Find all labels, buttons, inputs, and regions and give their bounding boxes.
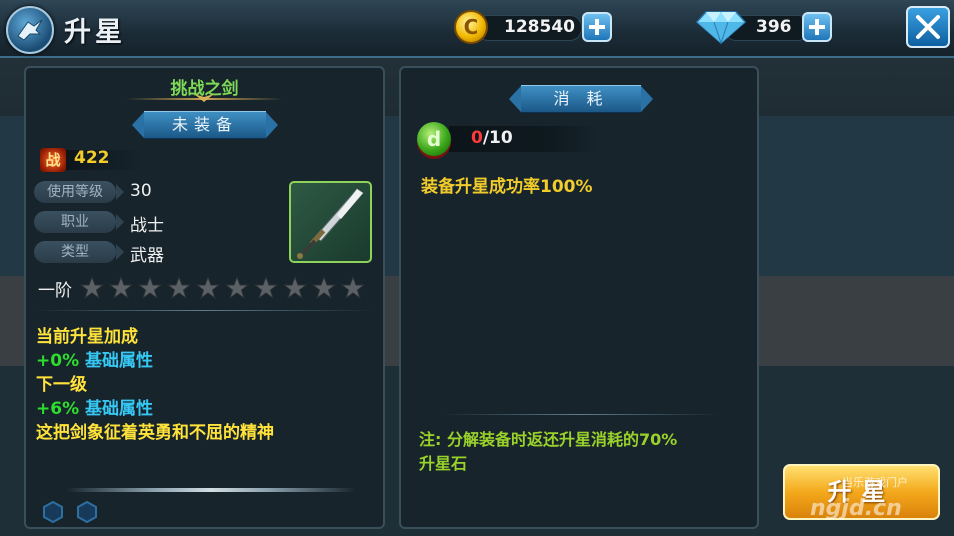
gold-amount: 128540 (504, 17, 575, 37)
cost-section-ribbon: 消 耗 (509, 85, 653, 113)
star-icon (312, 276, 336, 300)
cost-panel: 消 耗 d 0/10 装备升星成功率100% 注: 分解装备时返还升星消耗的70… (399, 66, 759, 529)
tier-label: 一阶 (38, 281, 72, 301)
success-rate: 装备升星成功率100% (421, 177, 593, 197)
watermark: ngjd.cn (810, 496, 902, 521)
refund-note: 注: 分解装备时返还升星消耗的70% 升星石 (419, 428, 749, 476)
upgrade-star-screen: 升星 C 128540 396 挑战之剑 未装备 战 422 使用等级 30 职… (0, 0, 954, 536)
star-icon (283, 276, 307, 300)
decorative-blade-divider (66, 488, 356, 492)
star-icon (109, 276, 133, 300)
ornament-icon (194, 94, 214, 102)
next-bonus-line: +6% 基础属性 (36, 394, 153, 419)
current-bonus-line: +0% 基础属性 (36, 346, 153, 371)
type-value: 武器 (130, 246, 164, 266)
current-bonus-title: 当前升星加成 (36, 327, 138, 347)
add-diamond-button[interactable] (802, 12, 832, 42)
stone-count: 0/10 (471, 128, 513, 148)
level-value: 30 (130, 181, 152, 201)
top-header-bar: 升星 C 128540 396 (0, 0, 954, 58)
diamond-icon (696, 11, 746, 44)
refund-note-line1: 注: 分解装备时返还升星消耗的70% (419, 430, 678, 449)
next-bonus-value: +6% (36, 399, 80, 419)
next-level-title: 下一级 (36, 375, 87, 395)
star-icon (167, 276, 191, 300)
gold-coin-icon: C (454, 10, 488, 44)
wolf-emblem-icon (6, 6, 54, 54)
diamond-resource: 396 (696, 11, 836, 44)
current-bonus-value: +0% (36, 351, 80, 371)
page-title: 升星 (64, 17, 126, 48)
section-divider (36, 310, 373, 311)
section-divider (441, 414, 721, 415)
item-slot[interactable] (289, 181, 372, 263)
star-icon (138, 276, 162, 300)
stone-required: /10 (482, 128, 513, 148)
item-description: 这把剑象征着英勇和不屈的精神 (36, 423, 274, 443)
current-bonus-attr: 基础属性 (85, 351, 154, 371)
star-icon (254, 276, 278, 300)
hexagon-icon (77, 501, 97, 523)
level-label: 使用等级 (34, 181, 124, 203)
type-label: 类型 (34, 241, 124, 263)
combat-power-value: 422 (74, 148, 110, 168)
class-value: 战士 (130, 216, 164, 236)
watermark-caption: 当乐游戏门户 (842, 476, 908, 489)
stone-current: 0 (471, 128, 483, 148)
combat-power-icon: 战 (40, 148, 66, 172)
equip-status-ribbon: 未装备 (132, 111, 278, 139)
gold-resource: C 128540 (452, 10, 612, 44)
sword-icon (297, 188, 364, 259)
class-label: 职业 (34, 211, 124, 233)
next-bonus-attr: 基础属性 (85, 399, 154, 419)
add-gold-button[interactable] (582, 12, 612, 42)
item-info-panel: 挑战之剑 未装备 战 422 使用等级 30 职业 战士 类型 武器 一阶 当前… (24, 66, 385, 529)
star-icon (196, 276, 220, 300)
star-stone-icon[interactable]: d (417, 122, 451, 156)
close-button[interactable] (906, 6, 950, 48)
star-icon (225, 276, 249, 300)
diamond-amount: 396 (756, 17, 792, 37)
hexagon-icon (43, 501, 63, 523)
star-icon (341, 276, 365, 300)
refund-note-line2: 升星石 (419, 454, 468, 473)
close-icon (916, 15, 940, 39)
star-icon (80, 276, 104, 300)
